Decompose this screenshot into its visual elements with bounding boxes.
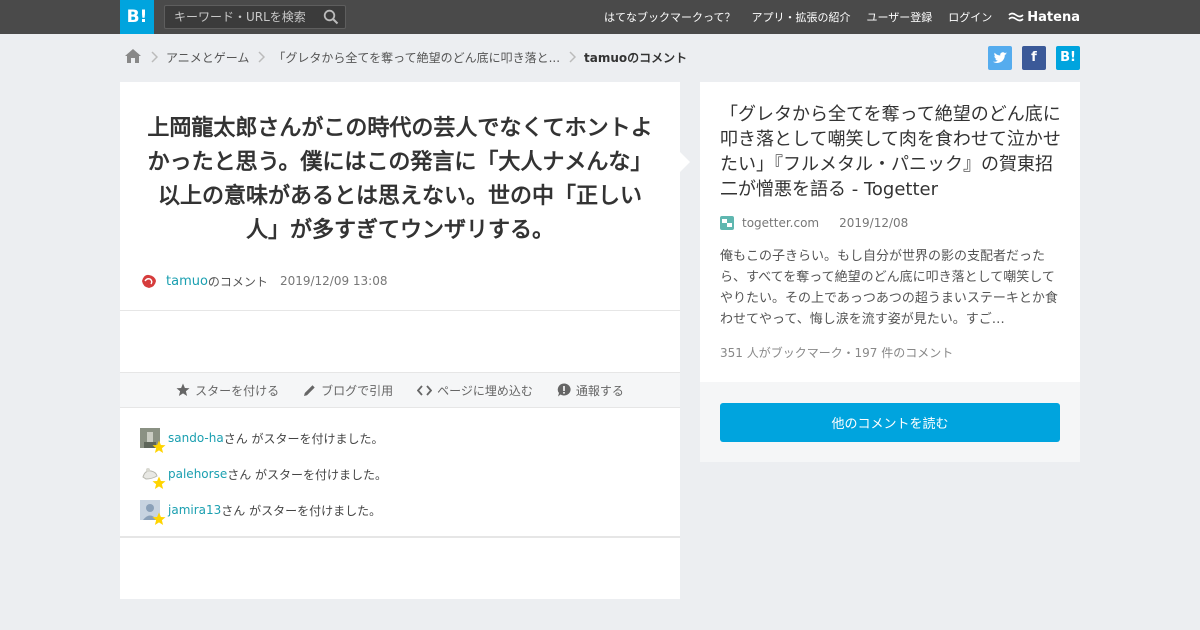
togetter-favicon-icon [720, 216, 734, 230]
star-icon [152, 512, 166, 525]
list-item: palehorse さん がスターを付けました。 [140, 464, 388, 489]
add-star-label: スターを付ける [195, 383, 280, 398]
comment-user-suffix: のコメント [207, 274, 268, 289]
search-input[interactable] [165, 6, 315, 28]
hatena-bookmark-share-button[interactable]: B! [1056, 46, 1080, 70]
avatar[interactable] [140, 500, 166, 525]
star-text: さん がスターを付けました。 [223, 431, 384, 446]
header-nav: はてなブックマークって？ アプリ・拡張の紹介 ユーザー登録 ログイン Haten… [588, 0, 1080, 34]
hatena-wave-icon [1008, 12, 1024, 22]
nav-about[interactable]: はてなブックマークって？ [604, 9, 735, 25]
entry-description: 俺もこの子きらい。もし自分が世界の影の支配者だったら、すべてを奪って絶望のどん底… [720, 249, 1058, 327]
alert-icon [557, 383, 571, 397]
star-icon [152, 440, 166, 453]
list-item: jamira13 さん がスターを付けました。 [140, 500, 387, 525]
entry-card: 「グレタから全てを奪って絶望のどん底に叩き落として嘲笑して肉を食わせて泣かせたい… [700, 82, 1080, 462]
star-icon [176, 383, 190, 396]
star-icon [152, 476, 166, 489]
blog-quote-button[interactable]: ブログで引用 [303, 382, 393, 399]
action-bar: スターを付ける ブログで引用 ページに埋め込む 通報する [120, 372, 680, 408]
code-icon [417, 384, 433, 396]
chevron-right-icon [257, 51, 266, 63]
report-label: 通報する [575, 383, 624, 398]
comment-text: 上岡龍太郎さんがこの時代の芸人でなくてホントよかったと思う。僕にはこの発言に「大… [147, 116, 653, 243]
search-box [164, 5, 346, 29]
embed-button[interactable]: ページに埋め込む [417, 382, 533, 399]
chevron-right-icon [568, 51, 577, 63]
comment-date[interactable]: 2019/12/09 13:08 [280, 274, 388, 288]
search-icon[interactable] [323, 9, 339, 25]
hatena-brand[interactable]: Hatena [1008, 10, 1080, 25]
nav-apps[interactable]: アプリ・拡張の紹介 [752, 9, 851, 25]
avatar[interactable] [140, 428, 166, 453]
divider [120, 310, 680, 311]
report-button[interactable]: 通報する [557, 382, 624, 399]
chevron-right-icon [150, 51, 158, 63]
entry-date: 2019/12/08 [839, 216, 909, 230]
entry-summary: 「グレタから全てを奪って絶望のどん底に叩き落として嘲笑して肉を食わせて泣かせたい… [700, 82, 1080, 382]
divider [120, 536, 680, 538]
pencil-icon [304, 384, 315, 396]
read-other-comments-button[interactable]: 他のコメントを読む [720, 403, 1060, 442]
star-user-link[interactable]: palehorse [168, 467, 227, 481]
entry-site[interactable]: togetter.com [742, 216, 819, 230]
breadcrumb-entry[interactable]: 「グレタから全てを奪って絶望のどん底に叩き落と... [273, 49, 560, 66]
breadcrumb: アニメとゲーム 「グレタから全てを奪って絶望のどん底に叩き落と... tamuo… [124, 46, 687, 68]
nav-register[interactable]: ユーザー登録 [867, 9, 933, 25]
twitter-share-button[interactable] [988, 46, 1012, 70]
top-bar: B! はてなブックマークって？ アプリ・拡張の紹介 ユーザー登録 ログイン Ha… [0, 0, 1200, 34]
avatar[interactable] [140, 272, 158, 290]
home-icon[interactable] [124, 48, 142, 67]
hatena-brand-text: Hatena [1027, 9, 1080, 25]
star-user-link[interactable]: sando-ha [168, 431, 224, 445]
share-buttons: f B! [978, 46, 1080, 70]
star-text: さん がスターを付けました。 [227, 467, 388, 482]
avatar[interactable] [140, 464, 166, 489]
star-list: sando-ha さん がスターを付けました。 palehorse さん がスタ… [140, 428, 387, 536]
entry-title-link[interactable]: 「グレタから全てを奪って絶望のどん底に叩き落として嘲笑して肉を食わせて泣かせたい… [720, 102, 1064, 202]
entry-site-row: togetter.com 2019/12/08 [720, 216, 908, 230]
list-item: sando-ha さん がスターを付けました。 [140, 428, 387, 453]
nav-login[interactable]: ログイン [948, 9, 992, 25]
blog-quote-label: ブログで引用 [321, 383, 394, 398]
comment-meta: tamuo のコメント 2019/12/09 13:08 [140, 270, 388, 292]
facebook-share-button[interactable]: f [1022, 46, 1046, 70]
star-text: さん がスターを付けました。 [221, 503, 382, 518]
add-star-button[interactable]: スターを付ける [176, 382, 279, 399]
hatena-bookmark-logo[interactable]: B! [120, 0, 154, 34]
embed-label: ページに埋め込む [437, 383, 533, 398]
card-pointer [680, 152, 690, 172]
breadcrumb-category[interactable]: アニメとゲーム [166, 49, 249, 66]
breadcrumb-current: tamuoのコメント [584, 50, 688, 65]
twitter-bird-icon [993, 52, 1007, 63]
star-user-link[interactable]: jamira13 [168, 503, 221, 517]
comment-user-link[interactable]: tamuo [166, 274, 208, 289]
comment-card: 上岡龍太郎さんがこの時代の芸人でなくてホントよかったと思う。僕にはこの発言に「大… [120, 82, 680, 599]
entry-counts[interactable]: 351 人がブックマーク・197 件のコメント [720, 344, 953, 361]
